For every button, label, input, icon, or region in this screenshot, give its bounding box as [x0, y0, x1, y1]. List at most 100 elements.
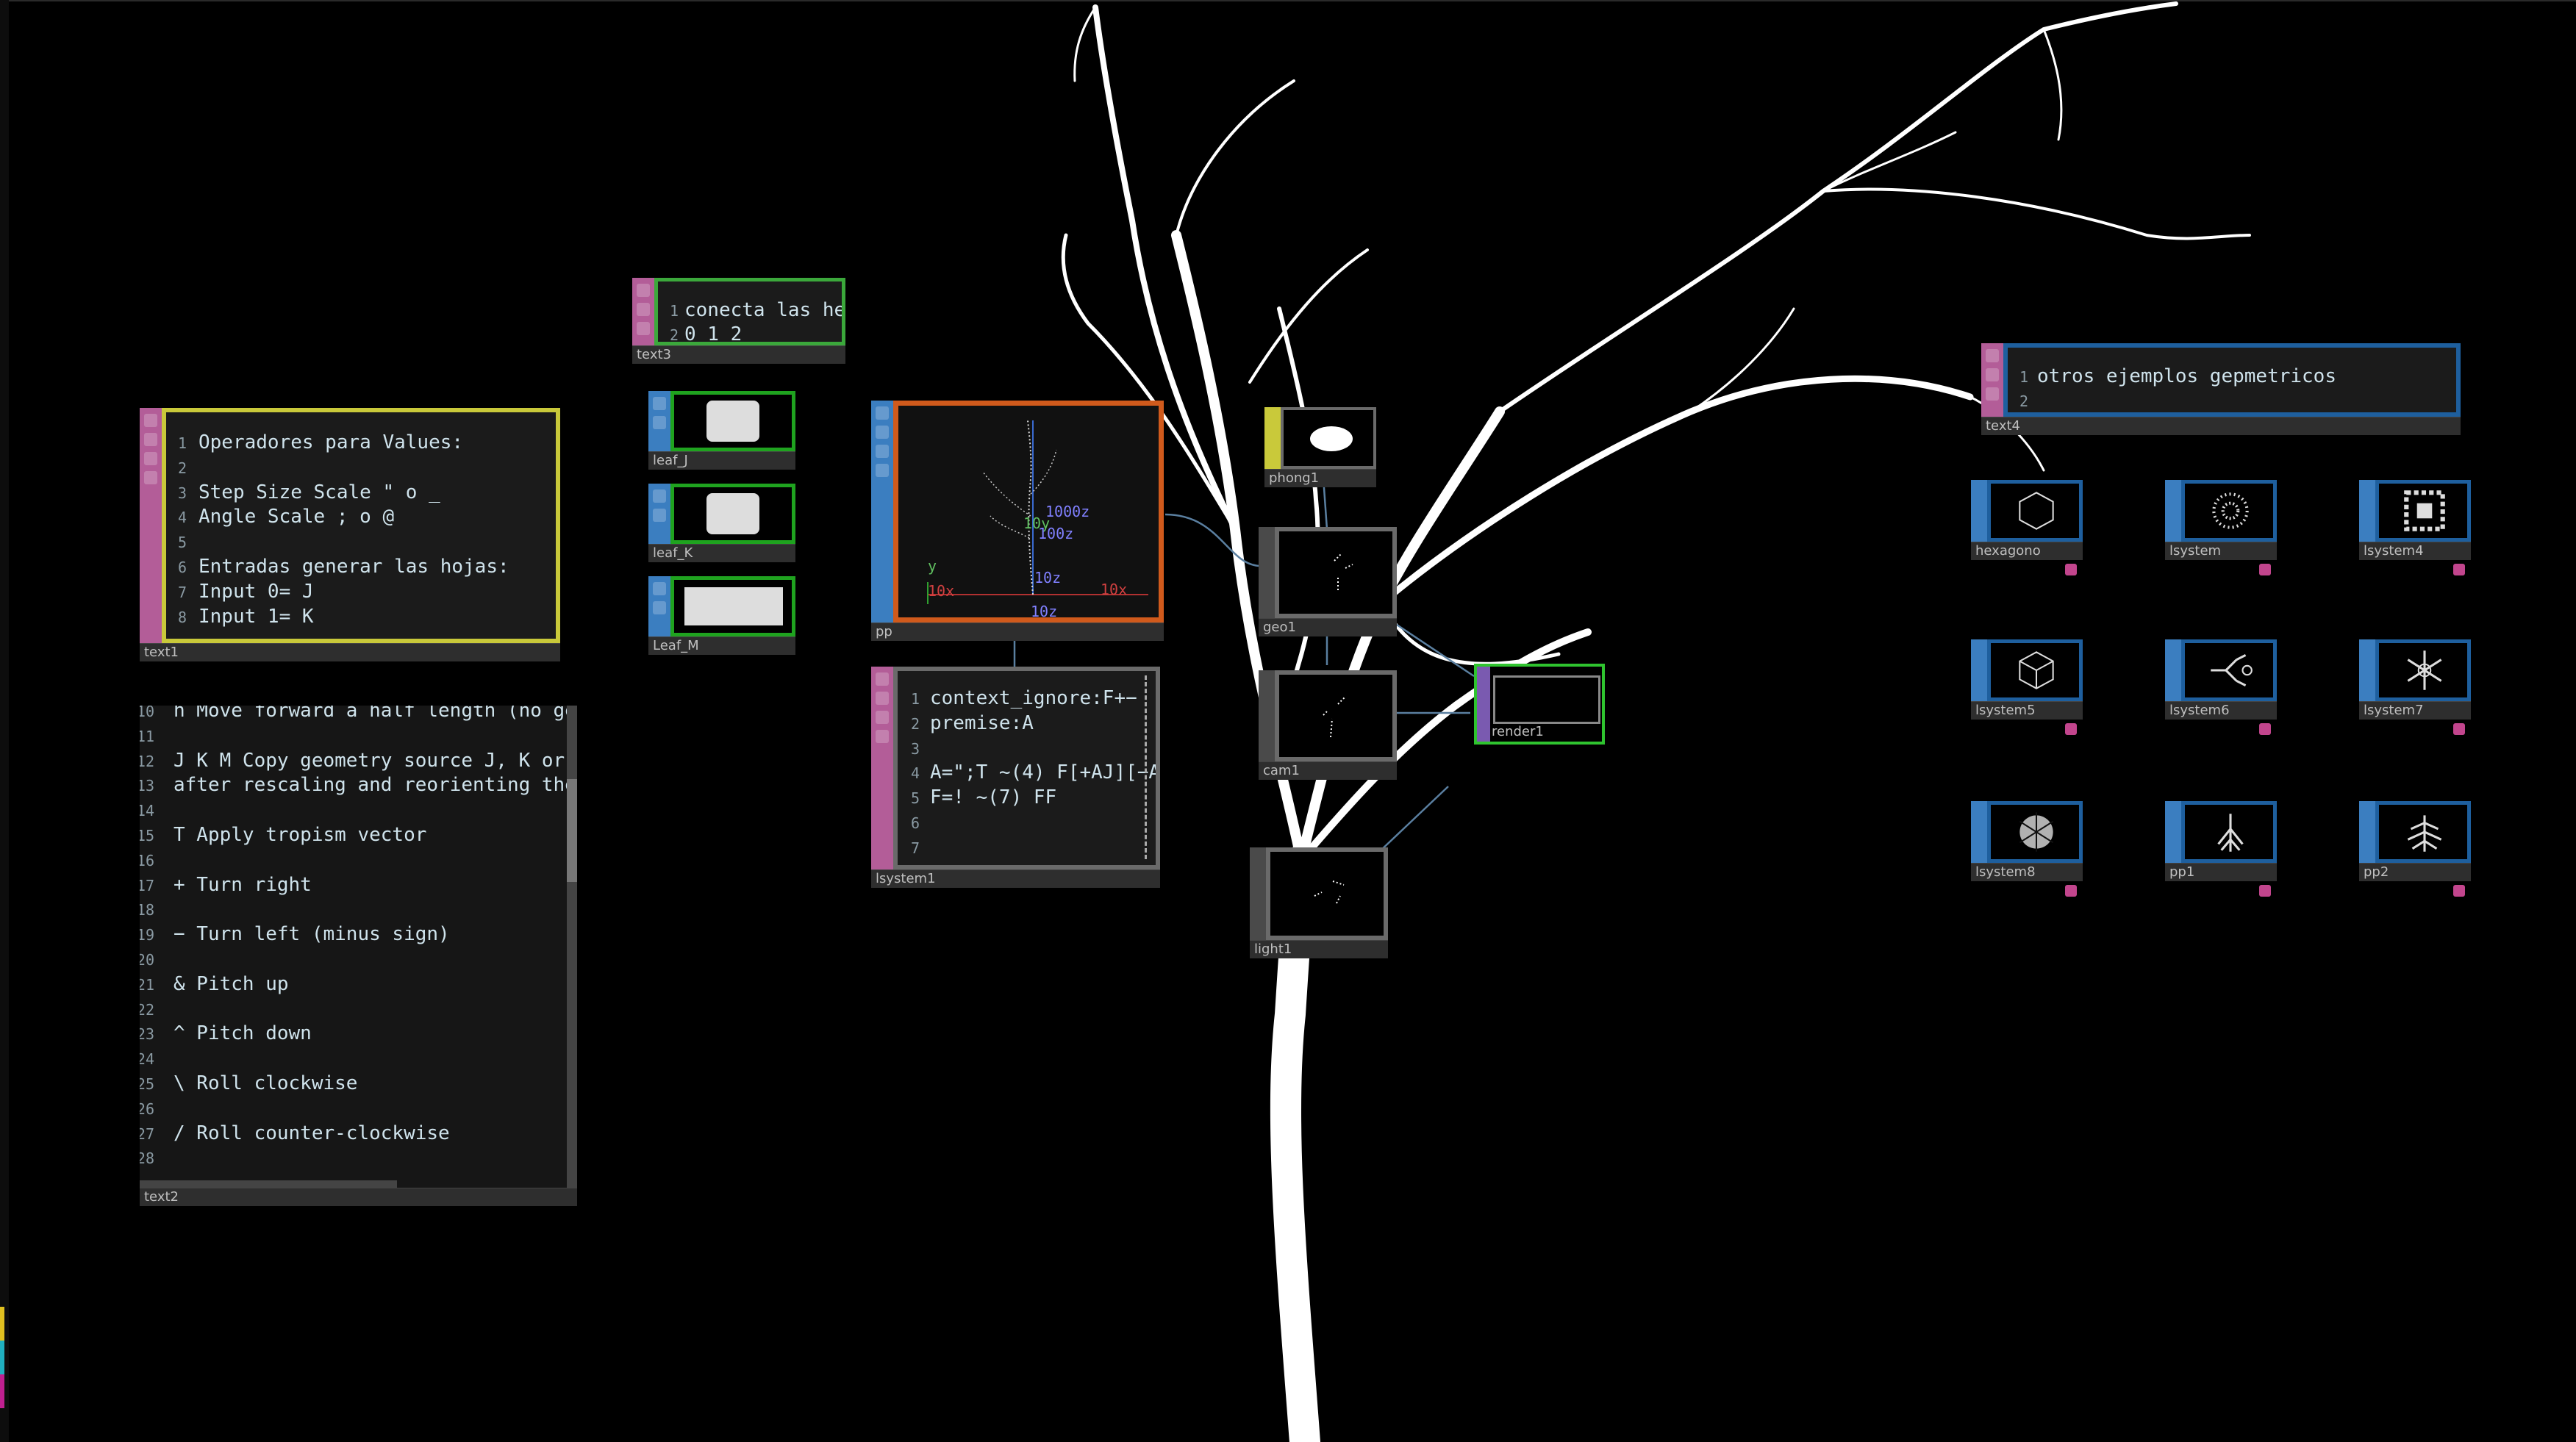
node-flag-icon[interactable] — [2065, 564, 2077, 575]
leaf-k-viewer[interactable] — [670, 484, 795, 544]
example-node-lsystem5[interactable]: lsystem5 — [1971, 639, 2083, 735]
example-viewer[interactable] — [2181, 480, 2277, 542]
code-line[interactable]: Operadores para Values: — [198, 431, 463, 453]
code-line[interactable]: F=! ~(7) FF — [930, 786, 1056, 808]
node-name[interactable]: phong1 — [1269, 470, 1319, 486]
node-flag-icon[interactable] — [2065, 885, 2077, 897]
code-line[interactable]: \ Roll clockwise — [173, 1072, 357, 1094]
node-name[interactable]: cam1 — [1263, 763, 1300, 778]
leaf-m-node[interactable]: Leaf_M — [648, 576, 795, 655]
node-name[interactable]: lsystem7 — [2364, 703, 2424, 718]
node-name[interactable]: lsystem5 — [1975, 703, 2036, 718]
node-name[interactable]: pp — [876, 624, 892, 639]
node-name[interactable]: hexagono — [1975, 543, 2041, 559]
palette-swatch-magenta[interactable] — [0, 1374, 4, 1408]
code-line[interactable]: Step Size Scale " o _ — [198, 481, 440, 503]
example-node-lsystem6[interactable]: lsystem6 — [2165, 639, 2277, 735]
node-flag-icon[interactable] — [2453, 564, 2465, 575]
code-line[interactable]: 0 1 2 — [684, 323, 742, 342]
leaf-j-viewer[interactable] — [670, 391, 795, 451]
text3-node[interactable]: 1 conecta las he 2 0 1 2 text3 — [632, 278, 845, 364]
node-name[interactable]: lsystem — [2169, 543, 2221, 559]
render1-node[interactable]: render1 — [1474, 664, 1605, 745]
leaf-k-node[interactable]: leaf_K — [648, 484, 795, 562]
example-node-pp1[interactable]: pp1 — [2165, 801, 2277, 897]
cam1-viewer[interactable] — [1275, 670, 1397, 761]
phong1-node[interactable]: phong1 — [1264, 407, 1376, 487]
node-name[interactable]: pp2 — [2364, 864, 2389, 880]
text4-node[interactable]: 1 otros ejemplos gepmetricos 2 text4 — [1981, 343, 2461, 435]
example-viewer[interactable] — [2181, 801, 2277, 863]
geo1-node[interactable]: geo1 — [1259, 527, 1397, 636]
example-node-lsystem8[interactable]: lsystem8 — [1971, 801, 2083, 897]
node-name[interactable]: lsystem1 — [876, 871, 936, 886]
text3-editor[interactable]: 1 conecta las he 2 0 1 2 — [654, 278, 845, 345]
code-line[interactable]: context_ignore:F+− — [930, 687, 1137, 709]
example-viewer[interactable] — [2181, 639, 2277, 701]
pp-node[interactable]: 1000z 10y 100z 10z 10x 10x 10z y pp — [871, 401, 1164, 641]
node-flag-icon[interactable] — [2065, 723, 2077, 735]
code-line[interactable]: conecta las he — [684, 299, 842, 321]
example-viewer[interactable] — [1987, 639, 2083, 701]
cam1-node[interactable]: cam1 — [1259, 670, 1397, 780]
node-name[interactable]: lsystem4 — [2364, 543, 2424, 559]
code-line[interactable]: / Roll counter-clockwise — [173, 1122, 450, 1144]
code-line[interactable]: Input 1= K — [198, 606, 314, 628]
code-line[interactable]: premise:A — [930, 712, 1034, 734]
example-viewer[interactable] — [1987, 480, 2083, 542]
code-line[interactable]: A=";T ~(4) F[+AJ][−A — [930, 761, 1156, 783]
node-name[interactable]: leaf_K — [653, 545, 693, 561]
horizontal-scrollbar[interactable] — [140, 1180, 397, 1188]
code-line[interactable]: − Turn left (minus sign) — [173, 923, 450, 945]
pp-3d-viewer[interactable]: 1000z 10y 100z 10z 10x 10x 10z y — [893, 401, 1164, 623]
text2-node[interactable]: 10 h Move forward a half length (no geome… — [140, 706, 577, 1206]
text1-node[interactable]: 1 Operadores para Values: 2 3 Step Size Scal… — [140, 408, 560, 661]
node-flag-icon[interactable] — [2259, 723, 2271, 735]
lsystem1-node[interactable]: 1 context_ignore:F+− 2 premise:A 3 4 A=";T ~(4… — [871, 667, 1160, 888]
example-node-lsystem[interactable]: lsystem — [2165, 480, 2277, 575]
code-line[interactable]: + Turn right — [173, 874, 312, 896]
node-name[interactable]: text4 — [1986, 418, 2020, 434]
node-name[interactable]: text1 — [144, 645, 179, 660]
node-name[interactable]: pp1 — [2169, 864, 2194, 880]
code-line[interactable]: Entradas generar las hojas: — [198, 556, 509, 578]
code-line[interactable]: ^ Pitch down — [173, 1022, 312, 1044]
node-flag-icon[interactable] — [2259, 564, 2271, 575]
example-node-lsystem4[interactable]: lsystem4 — [2359, 480, 2471, 575]
node-name[interactable]: geo1 — [1263, 620, 1296, 635]
light1-node[interactable]: light1 — [1250, 847, 1388, 958]
code-line[interactable]: Input 0= J — [198, 581, 314, 603]
leaf-m-viewer[interactable] — [670, 576, 795, 636]
code-line[interactable]: T Apply tropism vector — [173, 824, 426, 846]
node-name[interactable]: Leaf_M — [653, 638, 699, 653]
code-line[interactable]: after rescaling and reorienting the ge — [173, 774, 567, 796]
node-flag-icon[interactable] — [2259, 885, 2271, 897]
palette-swatch-cyan[interactable] — [0, 1341, 4, 1374]
example-viewer[interactable] — [1987, 801, 2083, 863]
text4-editor[interactable]: 1 otros ejemplos gepmetricos 2 — [2003, 343, 2461, 417]
geo1-viewer[interactable] — [1275, 527, 1397, 618]
code-line[interactable]: & Pitch up — [173, 973, 289, 995]
node-name[interactable]: render1 — [1492, 724, 1544, 739]
code-line[interactable]: h Move forward a half length (no geome — [173, 706, 567, 722]
example-viewer[interactable] — [2375, 639, 2471, 701]
phong1-viewer[interactable] — [1281, 407, 1376, 469]
lsystem1-editor[interactable]: 1 context_ignore:F+− 2 premise:A 3 4 A=";T ~(4… — [893, 667, 1160, 869]
palette-swatch-yellow[interactable] — [0, 1307, 4, 1341]
node-name[interactable]: leaf_J — [653, 453, 688, 468]
node-flag-icon[interactable] — [2453, 885, 2465, 897]
code-line[interactable]: Angle Scale ; o @ — [198, 506, 394, 528]
node-name[interactable]: light1 — [1254, 941, 1292, 957]
node-name[interactable]: lsystem8 — [1975, 864, 2036, 880]
text1-editor[interactable]: 1 Operadores para Values: 2 3 Step Size Scal… — [162, 408, 560, 643]
node-name[interactable]: text3 — [637, 347, 671, 362]
example-node-pp2[interactable]: pp2 — [2359, 801, 2471, 897]
code-line[interactable]: otros ejemplos gepmetricos — [2037, 365, 2336, 387]
example-viewer[interactable] — [2375, 801, 2471, 863]
example-node-lsystem7[interactable]: lsystem7 — [2359, 639, 2471, 735]
vertical-scrollbar-thumb[interactable] — [567, 779, 577, 882]
leaf-j-node[interactable]: leaf_J — [648, 391, 795, 470]
node-name[interactable]: lsystem6 — [2169, 703, 2230, 718]
light1-viewer[interactable] — [1266, 847, 1388, 940]
node-flag-icon[interactable] — [2453, 723, 2465, 735]
